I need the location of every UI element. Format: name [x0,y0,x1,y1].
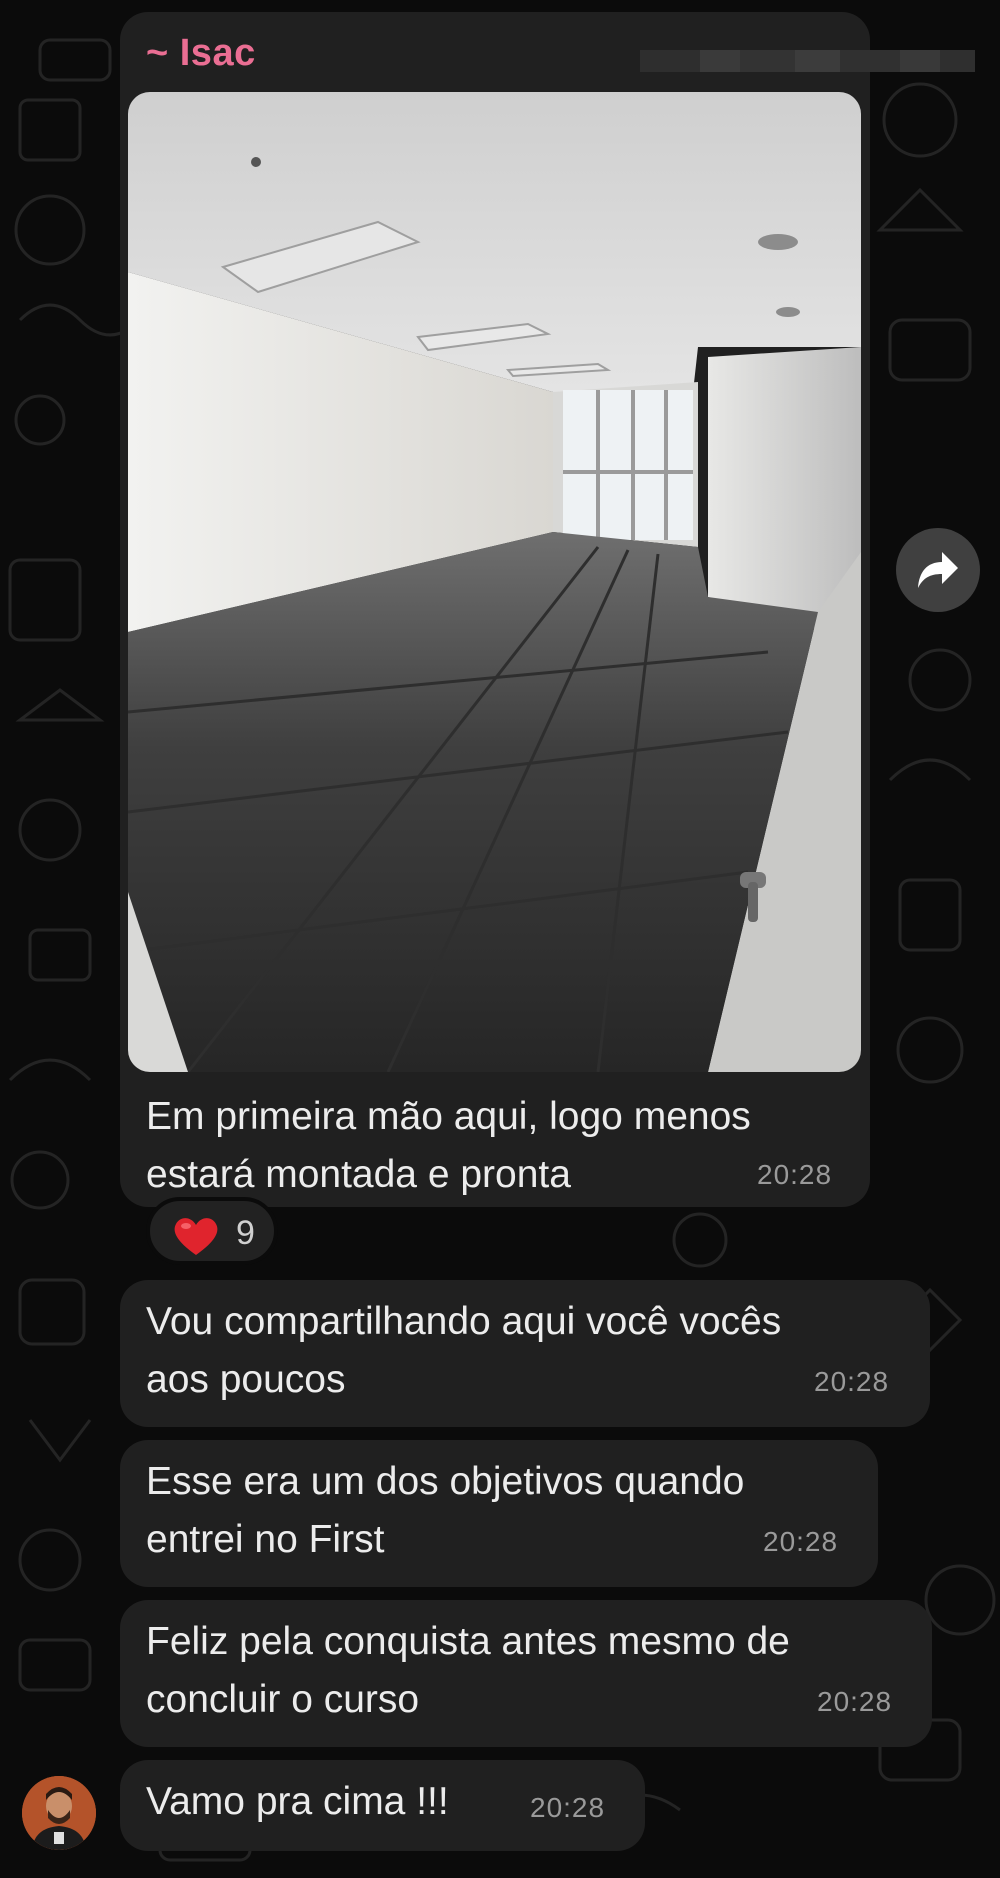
message-timestamp: 20:28 [530,1792,606,1823]
message-text-line-1: Feliz pela conquista antes mesmo de [146,1620,790,1663]
text-message-bubble[interactable]: Vamo pra cima !!! 20:28 [120,1760,645,1851]
message-text-line-1: Esse era um dos objetivos quando [146,1460,745,1503]
message-text-line-1: Vamo pra cima !!! [146,1780,449,1823]
user-avatar[interactable] [22,1776,96,1850]
reaction-count: 9 [236,1214,255,1252]
text-message-bubble[interactable]: Esse era um dos objetivos quando entrei … [120,1440,878,1587]
text-message-bubble[interactable]: Vou compartilhando aqui você vocês aos p… [120,1280,930,1427]
forward-button[interactable] [896,528,980,612]
message-text-line-2: entrei no First [146,1518,385,1561]
message-timestamp: 20:28 [817,1686,893,1717]
message-timestamp: 20:28 [757,1159,833,1190]
forward-arrow-icon [918,552,958,588]
sender-name[interactable]: ~ Isac [146,32,256,75]
office-room-photo[interactable] [128,92,861,1072]
photo-caption-line-1: Em primeira mão aqui, logo menos [146,1095,751,1138]
message-timestamp: 20:28 [814,1366,890,1397]
message-timestamp: 20:28 [763,1526,839,1557]
photo-caption-line-2: estará montada e pronta [146,1153,571,1196]
message-text-line-2: concluir o curso [146,1678,420,1721]
text-message-bubble[interactable]: Feliz pela conquista antes mesmo de conc… [120,1600,932,1747]
message-text-line-1: Vou compartilhando aqui você vocês [146,1300,782,1343]
reaction-badge[interactable]: 9 [146,1197,278,1265]
message-text-line-2: aos poucos [146,1358,346,1401]
red-heart-icon [174,1218,218,1255]
redacted-phone-number [640,50,975,72]
photo-message-bubble[interactable]: ~ Isac Em primeira mão aqui, logo menos … [120,12,975,1207]
